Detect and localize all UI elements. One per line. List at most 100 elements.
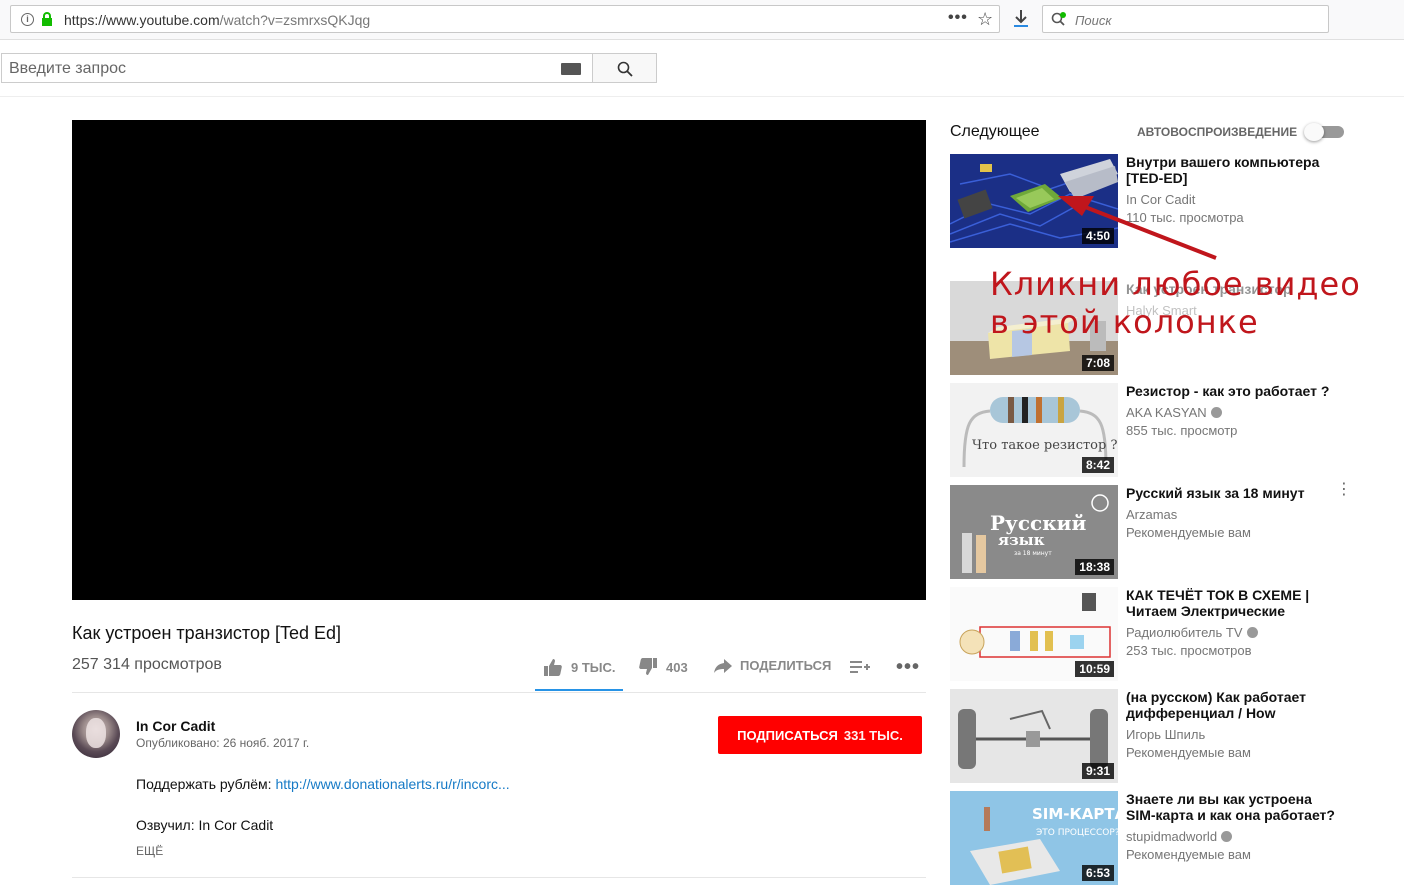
youtube-header: Введите запрос xyxy=(0,40,1404,97)
channel-avatar[interactable] xyxy=(72,710,120,758)
subscriber-count: 331 ТЫС. xyxy=(843,727,903,743)
divider xyxy=(72,692,926,693)
thumbs-down-icon xyxy=(639,658,657,675)
channel-name: Arzamas xyxy=(1126,507,1178,522)
video-title[interactable]: (на русском) Как работает дифференциал /… xyxy=(1126,689,1336,721)
info-icon[interactable]: i xyxy=(21,13,34,26)
url-path: /watch?v=zsmrxsQKJqg xyxy=(219,12,371,28)
like-button[interactable]: 9 ТЫС. xyxy=(543,658,616,676)
recommendation-label: Рекомендуемые вам xyxy=(1126,745,1251,760)
video-title: Как устроен транзистор [Ted Ed] xyxy=(72,623,342,643)
publish-date: Опубликовано: 26 нояб. 2017 г. xyxy=(136,736,310,750)
browser-search-placeholder: Поиск xyxy=(1075,13,1112,28)
recommendation-label: Рекомендуемые вам xyxy=(1126,525,1251,540)
recommended-video[interactable]: SIM-КАРТА ЭТО ПРОЦЕССОР? 6:53 Знаете ли … xyxy=(950,791,1350,885)
browser-search-box[interactable]: Поиск xyxy=(1042,5,1329,33)
video-thumbnail[interactable]: 10:59 xyxy=(950,587,1118,681)
thumbnail-text: ЭТО ПРОЦЕССОР? xyxy=(1036,828,1118,838)
thumbnail-text: за 18 минут xyxy=(1014,550,1052,557)
channel-label: AKA KASYAN xyxy=(1126,405,1207,420)
channel-label: Радиолюбитель TV xyxy=(1126,625,1243,640)
verified-icon xyxy=(1210,407,1222,418)
video-player[interactable] xyxy=(72,120,926,600)
autoplay-toggle[interactable] xyxy=(1304,123,1344,141)
annotation-line: Кликни любое видео xyxy=(990,265,1361,303)
view-count: 110 тыс. просмотра xyxy=(1126,210,1244,225)
add-to-playlist-icon xyxy=(850,661,870,673)
search-button[interactable] xyxy=(592,53,657,83)
support-text: Поддержать рублём: xyxy=(136,776,276,792)
lock-icon xyxy=(42,12,52,26)
channel-name[interactable]: In Cor Cadit xyxy=(136,718,215,734)
share-label: ПОДЕЛИТЬСЯ xyxy=(740,658,832,673)
subscribe-button[interactable]: ПОДПИСАТЬСЯ 331 ТЫС. xyxy=(718,716,922,754)
video-thumbnail[interactable]: Русский язык за 18 минут 18:38 xyxy=(950,485,1118,579)
channel-name: stupidmadworld xyxy=(1126,829,1233,844)
recommended-video[interactable]: 4:50 Внутри вашего компьютера [TED-ED] I… xyxy=(950,154,1350,248)
video-thumbnail[interactable]: SIM-КАРТА ЭТО ПРОЦЕССОР? 6:53 xyxy=(950,791,1118,885)
add-to-playlist-button[interactable] xyxy=(850,660,870,674)
like-count: 9 ТЫС. xyxy=(571,659,616,675)
video-title[interactable]: Русский язык за 18 минут xyxy=(1126,485,1336,501)
video-title[interactable]: Резистор - как это работает ? xyxy=(1126,383,1336,399)
view-count: 257 314 просмотров xyxy=(72,656,222,673)
keyboard-icon[interactable] xyxy=(561,63,581,75)
thumbnail-text: Что такое резистор ? xyxy=(972,438,1117,453)
url-host: https://www.youtube.com xyxy=(64,12,220,28)
share-icon xyxy=(714,658,732,673)
thumbnail-text: SIM-КАРТА xyxy=(1032,805,1118,823)
video-duration: 4:50 xyxy=(1081,228,1114,244)
annotation-line: в этой колонке xyxy=(990,303,1259,341)
recommended-video[interactable]: Русский язык за 18 минут 18:38 Русский я… xyxy=(950,482,1352,579)
description-support: Поддержать рублём: http://www.donational… xyxy=(136,776,510,792)
channel-name: In Cor Cadit xyxy=(1126,192,1196,207)
video-title[interactable]: Знаете ли вы как устроена SIM-карта и ка… xyxy=(1126,791,1336,823)
recommended-video[interactable]: 10:59 КАК ТЕЧЁТ ТОК В СХЕМЕ | Читаем Эле… xyxy=(950,587,1350,681)
video-duration: 9:31 xyxy=(1081,763,1114,779)
annotation-text: Кликни любое видео в этой колонке xyxy=(990,265,1361,341)
channel-name: AKA KASYAN xyxy=(1126,405,1222,420)
dislike-count: 403 xyxy=(666,659,688,675)
more-options-icon[interactable]: ⋮ xyxy=(1336,482,1352,498)
video-duration: 18:38 xyxy=(1075,559,1114,575)
video-thumbnail[interactable]: 9:31 xyxy=(950,689,1118,783)
video-duration: 10:59 xyxy=(1075,661,1114,677)
thumbs-up-icon xyxy=(544,659,562,676)
video-duration: 8:42 xyxy=(1081,457,1114,473)
channel-label: stupidmadworld xyxy=(1126,829,1218,844)
search-icon xyxy=(617,61,633,77)
thumbnail-text: язык xyxy=(998,531,1045,549)
download-icon[interactable] xyxy=(1012,9,1030,29)
video-thumbnail[interactable]: 4:50 xyxy=(950,154,1118,248)
video-thumbnail[interactable]: Что такое резистор ? 8:42 xyxy=(950,383,1118,477)
search-placeholder: Введите запрос xyxy=(9,60,126,77)
donation-link[interactable]: http://www.donationalerts.ru/r/incorc... xyxy=(275,776,509,792)
verified-icon xyxy=(1221,831,1233,842)
video-title[interactable]: Внутри вашего компьютера [TED-ED] xyxy=(1126,154,1336,186)
description-voiced: Озвучил: In Cor Cadit xyxy=(136,817,274,833)
verified-icon xyxy=(1246,627,1258,638)
share-button[interactable]: ПОДЕЛИТЬСЯ xyxy=(714,658,831,673)
search-engine-icon xyxy=(1051,12,1066,26)
up-next-heading: Следующее xyxy=(950,123,1040,140)
view-count: 855 тыс. просмотр xyxy=(1126,423,1238,438)
video-title[interactable]: КАК ТЕЧЁТ ТОК В СХЕМЕ | Читаем Электриче… xyxy=(1126,587,1336,619)
divider xyxy=(72,877,926,878)
address-bar[interactable]: i https://www.youtube.com/watch?v=zsmrxs… xyxy=(10,5,1000,33)
recommended-video[interactable]: Что такое резистор ? 8:42 Резистор - как… xyxy=(950,383,1350,477)
channel-name: Радиолюбитель TV xyxy=(1126,625,1258,640)
like-ratio-bar xyxy=(535,689,623,691)
toggle-knob xyxy=(1304,123,1324,141)
dislike-button[interactable]: 403 xyxy=(638,658,688,676)
channel-name: Игорь Шпиль xyxy=(1126,727,1206,742)
url-text[interactable]: https://www.youtube.com/watch?v=zsmrxsQK… xyxy=(64,12,370,28)
video-duration: 6:53 xyxy=(1081,865,1114,881)
recommended-video[interactable]: 9:31 (на русском) Как работает дифференц… xyxy=(950,689,1350,783)
search-input[interactable]: Введите запрос xyxy=(1,53,593,83)
recommendation-label: Рекомендуемые вам xyxy=(1126,847,1251,862)
show-more-button[interactable]: ЕЩЁ xyxy=(136,844,163,858)
bookmark-star-icon[interactable]: ☆ xyxy=(977,9,993,30)
page-actions-icon[interactable]: ••• xyxy=(948,9,968,27)
more-actions-icon[interactable]: ••• xyxy=(896,656,920,679)
browser-toolbar: i https://www.youtube.com/watch?v=zsmrxs… xyxy=(0,0,1404,40)
